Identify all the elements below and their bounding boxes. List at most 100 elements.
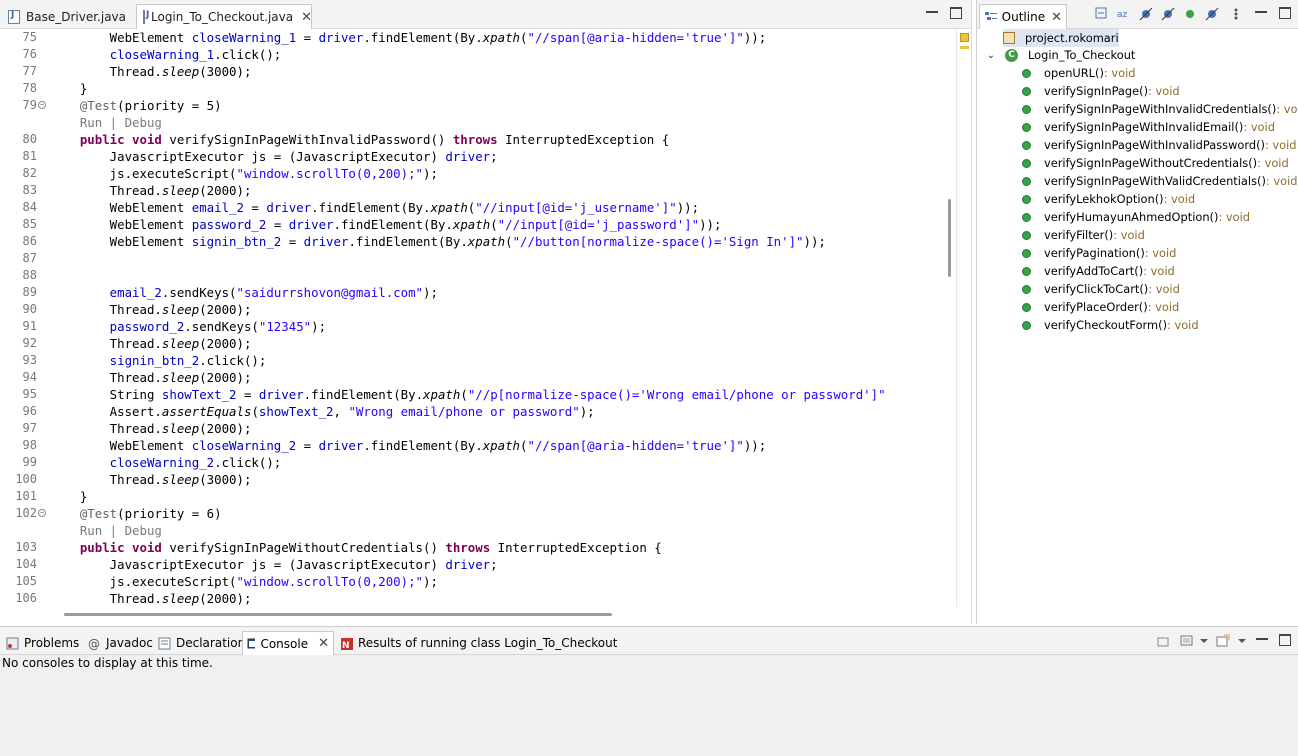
tab-declaration[interactable]: Declaration (154, 631, 249, 655)
code-line[interactable]: 105 js.executeScript("window.scrollTo(0,… (0, 573, 944, 590)
outline-method-item[interactable]: openURL() : void (1022, 64, 1136, 82)
outline-method-item[interactable]: verifyHumayunAhmedOption() : void (1022, 208, 1250, 226)
fold-toggle-icon[interactable]: − (38, 509, 46, 517)
collapse-all-icon[interactable] (1095, 7, 1109, 21)
outline-method-item[interactable]: verifySignInPage() : void (1022, 82, 1180, 100)
outline-method-item[interactable]: verifyAddToCart() : void (1022, 262, 1175, 280)
tab-console[interactable]: Console ✕ (242, 631, 334, 655)
code-line[interactable]: 87 (0, 250, 944, 267)
minimize-icon[interactable] (1256, 634, 1268, 640)
code-line[interactable]: 76 closeWarning_1.click(); (0, 46, 944, 63)
close-icon[interactable]: ✕ (301, 10, 312, 25)
code-line[interactable]: 91 password_2.sendKeys("12345"); (0, 318, 944, 335)
chevron-down-icon[interactable] (1236, 634, 1250, 648)
code-line[interactable]: 79− @Test(priority = 5) (0, 97, 944, 114)
minimize-icon[interactable] (926, 7, 938, 13)
code-line[interactable]: 88 (0, 267, 944, 284)
code-line[interactable]: 92 Thread.sleep(2000); (0, 335, 944, 352)
code-line[interactable]: 103 public void verifySignInPageWithoutC… (0, 539, 944, 556)
outline-method-item[interactable]: verifySignInPageWithInvalidEmail() : voi… (1022, 118, 1275, 136)
code-line[interactable]: 101 } (0, 488, 944, 505)
open-console-icon[interactable] (1216, 634, 1230, 648)
code-line[interactable]: 99 closeWarning_2.click(); (0, 454, 944, 471)
display-console-icon[interactable] (1180, 634, 1194, 648)
code-line[interactable]: 106 Thread.sleep(2000); (0, 590, 944, 607)
code-line[interactable]: 97 Thread.sleep(2000); (0, 420, 944, 437)
tab-login-to-checkout[interactable]: Login_To_Checkout.java ✕ (136, 4, 312, 29)
code-line[interactable]: 100 Thread.sleep(3000); (0, 471, 944, 488)
code-line[interactable]: 85 WebElement password_2 = driver.findEl… (0, 216, 944, 233)
warning-marker-icon[interactable] (960, 33, 969, 42)
tab-outline[interactable]: Outline ✕ (979, 4, 1067, 29)
outline-method-item[interactable]: verifyCheckoutForm() : void (1022, 316, 1199, 334)
code-line[interactable]: 90 Thread.sleep(2000); (0, 301, 944, 318)
hide-fields-icon[interactable] (1139, 7, 1153, 21)
code-token[interactable]: Run | Debug (50, 523, 162, 538)
outline-method-item[interactable]: verifyLekhokOption() : void (1022, 190, 1195, 208)
code-line[interactable]: 75 WebElement closeWarning_1 = driver.fi… (0, 29, 944, 46)
chevron-down-icon[interactable] (1198, 634, 1212, 648)
maximize-icon[interactable] (1279, 7, 1291, 19)
code-editor[interactable]: 75 WebElement closeWarning_1 = driver.fi… (0, 29, 944, 607)
code-line[interactable]: 78 } (0, 80, 944, 97)
horizontal-scrollbar[interactable] (0, 607, 944, 621)
outline-method-item[interactable]: verifyClickToCart() : void (1022, 280, 1180, 298)
sort-icon[interactable]: az (1117, 7, 1131, 21)
code-token: password_2 (191, 217, 267, 232)
view-menu-icon[interactable] (1229, 7, 1243, 21)
tab-problems[interactable]: Problems (2, 631, 83, 655)
tree-item-class[interactable]: ⌄ C Login_To_Checkout (985, 46, 1136, 64)
hide-nonpublic-icon[interactable] (1183, 7, 1197, 21)
vertical-scrollbar[interactable] (944, 29, 955, 607)
code-line[interactable]: 89 email_2.sendKeys("saidurrshovon@gmail… (0, 284, 944, 301)
code-line[interactable]: 96 Assert.assertEquals(showText_2, "Wron… (0, 403, 944, 420)
pin-console-icon[interactable] (1156, 634, 1170, 648)
code-text: WebElement password_2 = driver.findEleme… (50, 216, 722, 233)
code-line[interactable]: Run | Debug (0, 114, 944, 131)
tab-label: Login_To_Checkout.java (151, 10, 294, 24)
tab-test-results[interactable]: N Results of running class Login_To_Chec… (336, 631, 621, 655)
code-line[interactable]: 84 WebElement email_2 = driver.findEleme… (0, 199, 944, 216)
outline-method-item[interactable]: verifySignInPageWithValidCredentials() :… (1022, 172, 1297, 190)
code-line[interactable]: 86 WebElement signin_btn_2 = driver.find… (0, 233, 944, 250)
vertical-scroll-thumb[interactable] (948, 199, 951, 277)
tab-base-driver[interactable]: Base_Driver.java (2, 4, 134, 29)
code-line[interactable]: 95 String showText_2 = driver.findElemen… (0, 386, 944, 403)
code-line[interactable]: 77 Thread.sleep(3000); (0, 63, 944, 80)
code-line[interactable]: 93 signin_btn_2.click(); (0, 352, 944, 369)
hide-static-icon[interactable] (1161, 7, 1175, 21)
code-token: (priority = 6) (117, 506, 222, 521)
chevron-down-icon[interactable]: ⌄ (985, 50, 997, 61)
tree-item-package[interactable]: project.rokomari (1003, 29, 1119, 47)
code-line[interactable]: 94 Thread.sleep(2000); (0, 369, 944, 386)
close-icon[interactable]: ✕ (318, 636, 329, 651)
code-token: driver (445, 149, 491, 164)
outline-method-item[interactable]: verifyFilter() : void (1022, 226, 1145, 244)
horizontal-scroll-thumb[interactable] (64, 613, 612, 616)
maximize-icon[interactable] (950, 7, 962, 19)
tab-javadoc[interactable]: @ Javadoc (84, 631, 157, 655)
minimize-icon[interactable] (1255, 7, 1267, 13)
close-icon[interactable]: ✕ (1051, 10, 1062, 25)
code-line[interactable]: 104 JavascriptExecutor js = (JavascriptE… (0, 556, 944, 573)
outline-method-item[interactable]: verifyPagination() : void (1022, 244, 1176, 262)
overview-ruler[interactable] (956, 29, 970, 607)
code-line[interactable]: 80 public void verifySignInPageWithInval… (0, 131, 944, 148)
code-line[interactable]: Run | Debug (0, 522, 944, 539)
code-line[interactable]: 82 js.executeScript("window.scrollTo(0,2… (0, 165, 944, 182)
outline-method-item[interactable]: verifySignInPageWithInvalidCredentials()… (1022, 100, 1298, 118)
code-token[interactable]: Run | Debug (50, 115, 162, 130)
hide-local-types-icon[interactable] (1205, 7, 1219, 21)
code-line[interactable]: 81 JavascriptExecutor js = (JavascriptEx… (0, 148, 944, 165)
maximize-icon[interactable] (1279, 634, 1291, 646)
line-number: 98 (22, 438, 37, 452)
warning-marker-icon[interactable] (960, 46, 969, 49)
fold-toggle-icon[interactable]: − (38, 101, 46, 109)
outline-method-item[interactable]: verifyPlaceOrder() : void (1022, 298, 1179, 316)
code-line[interactable]: 102− @Test(priority = 6) (0, 505, 944, 522)
code-text: Assert.assertEquals(showText_2, "Wrong e… (50, 403, 595, 420)
outline-method-item[interactable]: verifySignInPageWithoutCredentials() : v… (1022, 154, 1289, 172)
code-line[interactable]: 83 Thread.sleep(2000); (0, 182, 944, 199)
outline-method-item[interactable]: verifySignInPageWithInvalidPassword() : … (1022, 136, 1297, 154)
code-line[interactable]: 98 WebElement closeWarning_2 = driver.fi… (0, 437, 944, 454)
